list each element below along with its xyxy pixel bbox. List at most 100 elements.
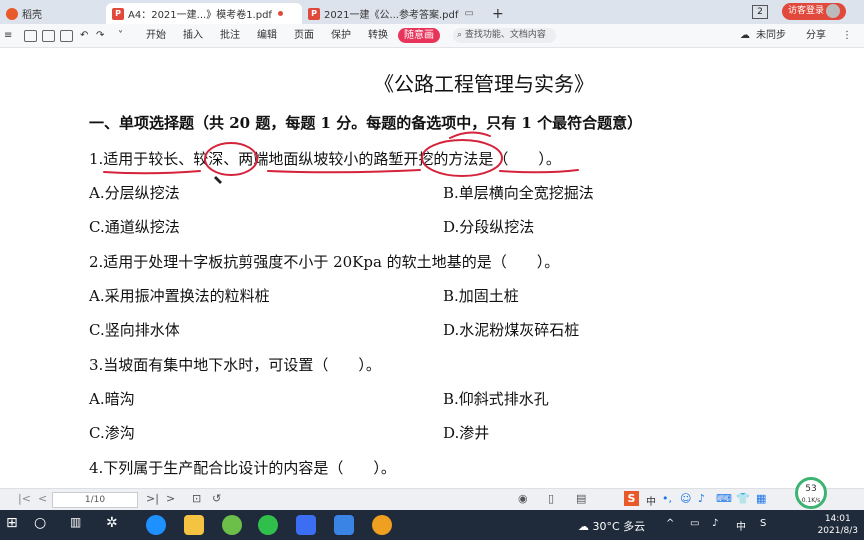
skin-icon[interactable]: 👕 [736, 492, 750, 505]
windows-start-icon[interactable]: ⊞ [6, 515, 26, 535]
weather-widget[interactable]: ☁ 30°C 多云 [578, 518, 645, 534]
window-count-badge[interactable]: 2 [752, 5, 768, 19]
toolbox-icon[interactable]: ▦ [756, 492, 766, 505]
menu-edit[interactable]: 编辑 [257, 28, 277, 43]
share-button[interactable]: 分享 [806, 28, 826, 43]
more-icon[interactable]: ⋮ [842, 28, 852, 43]
continuous-page-icon[interactable]: ▤ [576, 492, 586, 505]
tab-home[interactable]: 稻壳 [6, 3, 42, 24]
progress-percent: 53 [805, 484, 817, 494]
unsaved-dot-icon [277, 11, 283, 16]
tab-pdf-2-label: 2021一建《公...参考答案.pdf [324, 10, 459, 21]
360-icon[interactable] [258, 515, 278, 535]
search-input[interactable]: ⌕ 查找功能、文档内容 [453, 28, 556, 43]
single-page-icon[interactable]: ▯ [548, 492, 554, 505]
cloud-icon: ☁ [578, 520, 593, 533]
first-page-icon[interactable]: |< [18, 492, 31, 505]
option-a: A.暗沟 [89, 390, 135, 408]
ink-underline [103, 170, 201, 175]
freehand-draw-tab[interactable]: 随意画 [398, 28, 440, 43]
network-icon[interactable]: ▭ [690, 518, 699, 529]
avatar[interactable] [826, 4, 840, 18]
sogou-ime-icon[interactable]: S [624, 491, 639, 506]
tab-bar: 稻壳 P A4：2021一建...》模考卷1.pdf P 2021一建《公...… [0, 0, 864, 24]
option-b: B.加固土桩 [443, 287, 519, 305]
weather-text: 30°C 多云 [592, 520, 646, 533]
question-stem: 1.适用于较长、较深、两端地面纵坡较小的路堑开挖的方法是（ ）。 [89, 150, 561, 168]
ime-icon[interactable]: 中 [736, 518, 746, 533]
windows-taskbar: ⊞ ○ ▥ ✲ ☁ 30°C 多云 ^ ▭ ♪ 中 S 14:01 2021/8… [0, 510, 864, 540]
system-clock[interactable]: 14:01 2021/8/3 [818, 513, 858, 537]
emoji-icon[interactable]: ☺ [680, 492, 691, 505]
cloud-sync-icon[interactable]: ☁ [740, 28, 750, 43]
progress-sub: 0.1K/s [801, 497, 821, 504]
option-a: A.分层纵挖法 [89, 184, 180, 202]
s-icon[interactable]: S [760, 518, 766, 529]
undo-icon[interactable]: ↶ [80, 28, 88, 43]
cursor-pencil-icon [214, 176, 222, 184]
wechat-icon[interactable] [222, 515, 242, 535]
docer-logo-icon [6, 7, 18, 20]
menu-icon[interactable]: ≡ [4, 28, 12, 43]
save-icon[interactable] [42, 30, 55, 42]
ime-mode[interactable]: 中 [646, 493, 656, 508]
recorder-icon[interactable] [372, 515, 392, 535]
option-b: B.仰斜式排水孔 [443, 390, 549, 408]
next-page-icon[interactable]: >| [146, 492, 159, 505]
option-c: C.渗沟 [89, 424, 135, 442]
print-icon[interactable] [60, 30, 73, 42]
tab-pdf-1[interactable]: P A4：2021一建...》模考卷1.pdf [106, 3, 302, 24]
pdf-file-icon: P [112, 7, 124, 20]
ribbon-toolbar: ≡ ↶ ↷ ˅ 开始 插入 批注 编辑 页面 保护 转换 随意画 ☁ 未同步 分… [0, 24, 864, 48]
ink-underline [499, 169, 579, 174]
rotate-icon[interactable]: ↺ [212, 492, 221, 505]
search-placeholder: 查找功能、文档内容 [464, 30, 546, 40]
open-folder-icon[interactable] [24, 30, 37, 42]
question-stem: 3.当坡面有集中地下水时，可设置（ ）。 [89, 356, 381, 374]
edge-browser-icon[interactable] [146, 515, 166, 535]
menu-insert[interactable]: 插入 [183, 28, 203, 43]
option-d: D.分段纵挖法 [443, 218, 535, 236]
monitor-icon[interactable]: ▭ [464, 8, 473, 19]
option-d: D.水泥粉煤灰碎石桩 [443, 321, 580, 339]
option-c: C.通道纵挖法 [89, 218, 180, 236]
menu-annotate[interactable]: 批注 [220, 28, 240, 43]
tab-pdf-2[interactable]: P 2021一建《公...参考答案.pdf ▭ [302, 3, 488, 24]
menu-convert[interactable]: 转换 [368, 28, 388, 43]
last-page-icon[interactable]: > [166, 492, 175, 505]
search-icon[interactable]: ○ [34, 515, 54, 535]
clock-time: 14:01 [824, 514, 851, 524]
menu-page[interactable]: 页面 [294, 28, 314, 43]
question-stem: 4.下列属于生产配合比设计的内容是（ ）。 [89, 459, 396, 477]
ink-mark [449, 131, 491, 139]
network-speed-badge: 53 0.1K/s [795, 477, 827, 509]
fit-page-icon[interactable]: ⊡ [192, 492, 201, 505]
prev-page-icon[interactable]: < [38, 492, 47, 505]
menu-start[interactable]: 开始 [146, 28, 166, 43]
ink-underline [267, 169, 421, 174]
clock-date: 2021/8/3 [817, 526, 858, 536]
new-tab-button[interactable]: + [492, 3, 504, 24]
keyboard-icon[interactable]: ⌨ [716, 492, 732, 505]
option-b: B.单层横向全宽挖掘法 [443, 184, 594, 202]
ime-punct-icon[interactable]: •, [662, 492, 672, 505]
eye-protect-icon[interactable]: ◉ [518, 492, 528, 505]
volume-icon[interactable]: ♪ [712, 518, 718, 529]
mic-icon[interactable]: ♪ [698, 492, 705, 505]
option-a: A.采用振冲置换法的粒料桩 [89, 287, 270, 305]
redo-icon[interactable]: ↷ [96, 28, 104, 43]
search-icon: ⌕ [457, 30, 465, 40]
page-number-input[interactable]: 1/10 [52, 492, 138, 508]
menu-protect[interactable]: 保护 [331, 28, 351, 43]
fan-app-icon[interactable]: ✲ [106, 515, 126, 535]
wps-icon[interactable] [296, 515, 316, 535]
sync-status[interactable]: 未同步 [756, 28, 786, 43]
lark-icon[interactable] [334, 515, 354, 535]
pdf-file-icon: P [308, 7, 320, 20]
section-heading: 一、单项选择题（共 20 题，每题 1 分。每题的备选项中，只有 1 个最符合题… [89, 114, 643, 132]
chevron-down-icon[interactable]: ˅ [118, 28, 123, 43]
question-stem: 2.适用于处理十字板抗剪强度不小于 20Kpa 的软土地基的是（ ）。 [89, 253, 560, 271]
task-view-icon[interactable]: ▥ [70, 515, 90, 535]
tray-chevron-icon[interactable]: ^ [666, 518, 674, 529]
file-explorer-icon[interactable] [184, 515, 204, 535]
